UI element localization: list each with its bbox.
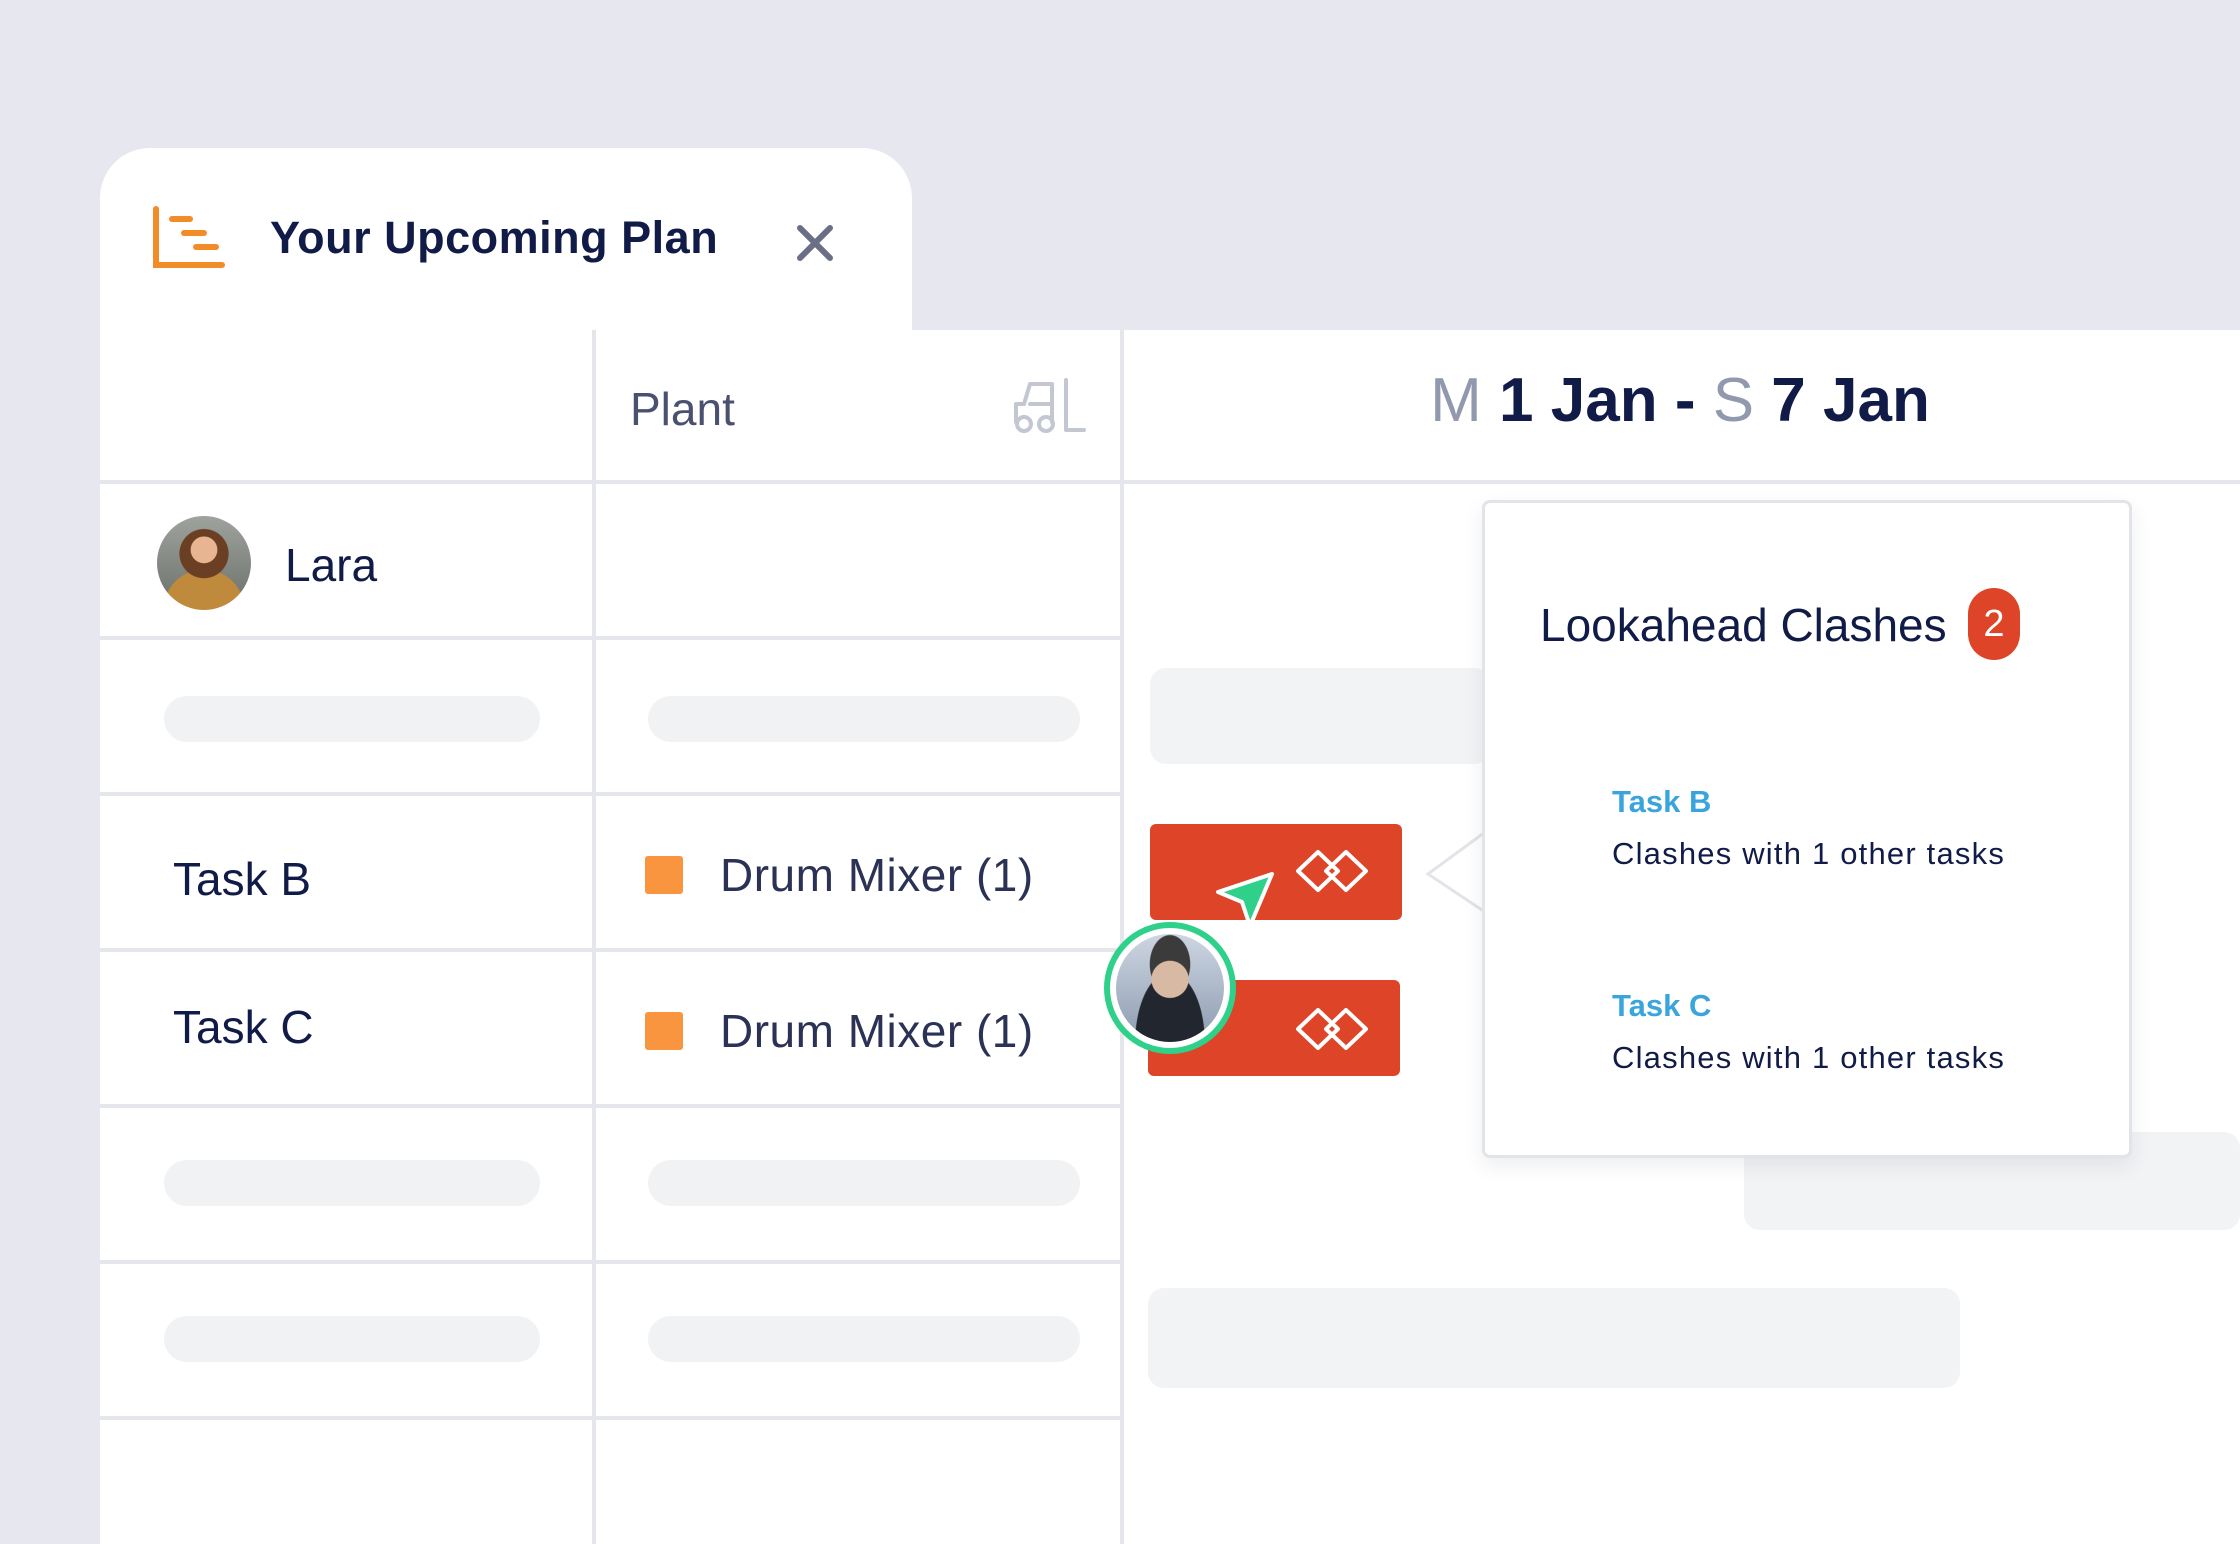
placeholder-bar (648, 696, 1080, 742)
task-b-label[interactable]: Task B (173, 852, 311, 906)
placeholder-bar (164, 1316, 540, 1362)
plant-column-header: Plant (630, 383, 735, 435)
placeholder-bar (1148, 1288, 1960, 1388)
clash-item-task-link[interactable]: Task B (1612, 784, 1711, 820)
placeholder-bar (164, 696, 540, 742)
task-c-plant: Drum Mixer (1) (720, 1005, 1034, 1057)
tab-title: Your Upcoming Plan (270, 212, 719, 263)
gantt-chart-icon (153, 206, 225, 268)
date-separator: - (1674, 366, 1696, 435)
forklift-icon (1014, 378, 1086, 433)
person-name: Lara (285, 539, 378, 591)
task-c-label[interactable]: Task C (173, 1000, 314, 1054)
start-weekday: M (1430, 366, 1482, 435)
cursor-arrow-icon (1216, 872, 1274, 928)
placeholder-bar (648, 1160, 1080, 1206)
row-divider (100, 792, 1120, 796)
end-weekday: S (1712, 366, 1755, 435)
column-divider (1120, 330, 1124, 1544)
plant-color-swatch (645, 856, 683, 894)
clash-link-icon (1296, 1008, 1368, 1050)
placeholder-bar (1150, 668, 1490, 764)
row-divider (100, 1416, 1120, 1420)
placeholder-bar (164, 1160, 540, 1206)
end-date: 7 Jan (1771, 366, 1930, 435)
clash-count-badge: 2 (1968, 588, 2020, 660)
header-divider (100, 480, 2240, 484)
clash-item-description: Clashes with 1 other tasks (1612, 836, 2006, 871)
avatar (157, 516, 251, 610)
placeholder-bar (648, 1316, 1080, 1362)
clash-item-description: Clashes with 1 other tasks (1612, 1040, 2006, 1075)
row-divider (100, 1260, 1120, 1264)
row-divider (100, 636, 1120, 640)
start-date: 1 Jan (1499, 366, 1658, 435)
collaborator-avatar (1104, 922, 1236, 1054)
popup-title: Lookahead Clashes (1540, 599, 1947, 651)
clash-item-task-link[interactable]: Task C (1612, 988, 1711, 1024)
clash-link-icon (1296, 850, 1368, 892)
task-b-plant: Drum Mixer (1) (720, 849, 1034, 901)
plant-color-swatch (645, 1012, 683, 1050)
close-icon[interactable] (790, 218, 840, 268)
week-range-header: M 1 Jan - S 7 Jan (1120, 365, 2240, 436)
column-divider (592, 330, 596, 1544)
row-divider (100, 1104, 1120, 1108)
row-divider (100, 948, 1120, 952)
popup-pointer (1425, 828, 1488, 916)
